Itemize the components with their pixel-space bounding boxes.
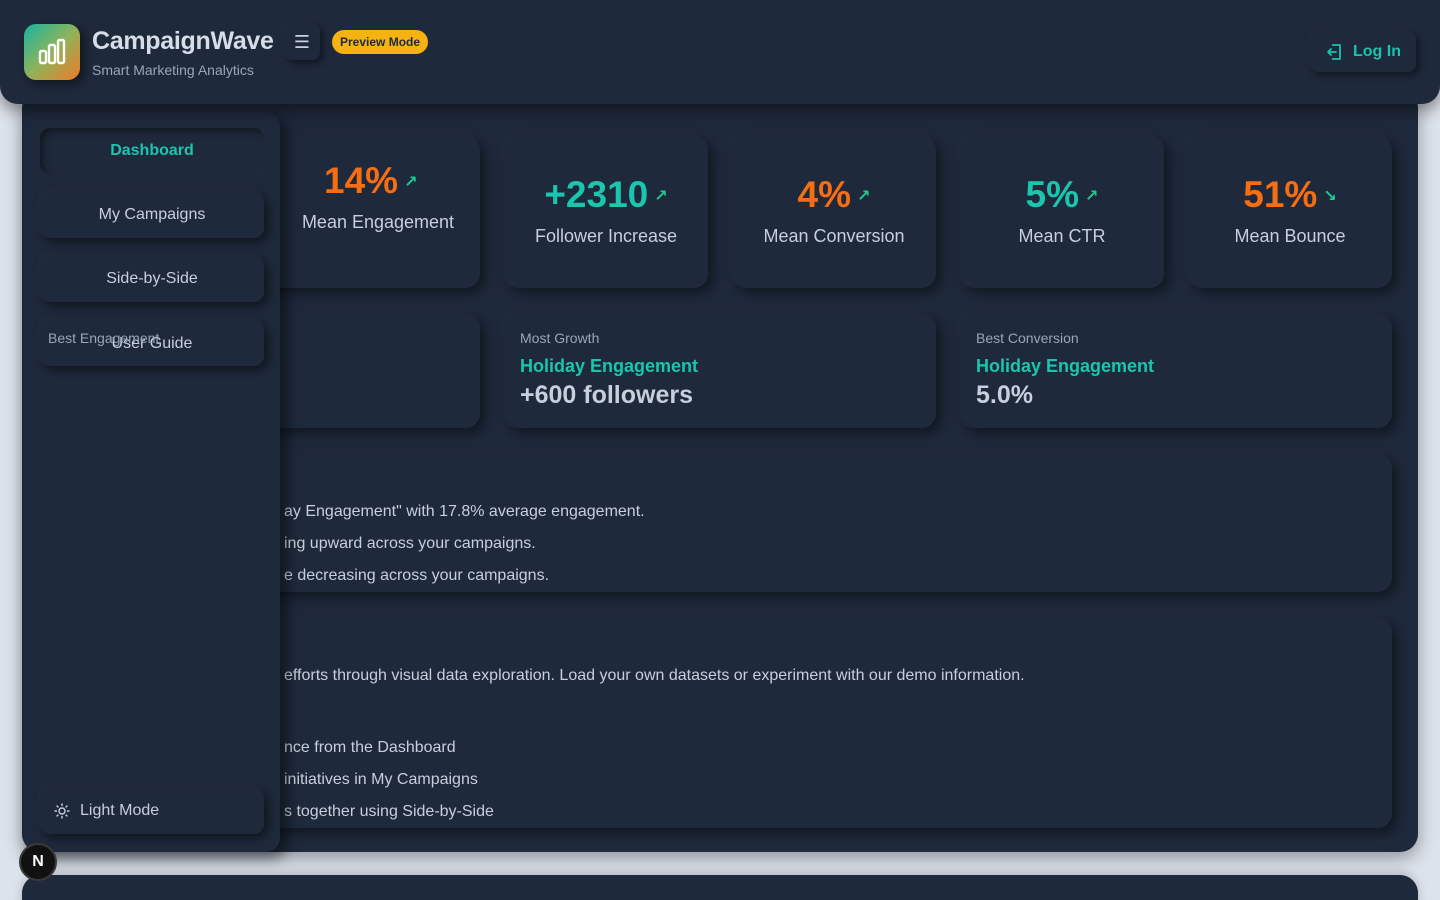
stat-value: 5% (1025, 174, 1080, 215)
sidebar-item-side-by-side[interactable]: Side-by-Side (40, 256, 264, 302)
stat-card-followers: +2310 ↗ Follower Increase (504, 136, 708, 288)
welcome-step: s together using Side-by-Side (284, 803, 494, 820)
highlight-card-conversion: Best Conversion Holiday Engagement 5.0% (960, 314, 1392, 428)
stat-value: +2310 (544, 174, 649, 215)
insight-line: ing upward across your campaigns. (284, 535, 536, 552)
dev-tools-badge[interactable]: N (19, 843, 57, 881)
overlapping-highlight-heading: Best Engagement (48, 330, 160, 346)
welcome-card: efforts through visual data exploration.… (204, 618, 1392, 828)
stat-label: Mean Bounce (1234, 226, 1346, 246)
trend-up-icon: ↗ (404, 174, 418, 191)
app-logo[interactable] (24, 24, 80, 80)
sidebar-item-dashboard[interactable]: Dashboard (40, 128, 264, 174)
trend-up-icon: ↗ (857, 188, 871, 205)
welcome-step: initiatives in My Campaigns (284, 771, 478, 788)
highlight-heading: Most Growth (520, 330, 600, 346)
top-header: CampaignWave Smart Marketing Analytics ☰… (0, 0, 1440, 104)
highlight-value: 5.0% (976, 381, 1033, 409)
app-tagline: Smart Marketing Analytics (92, 62, 254, 78)
lower-panel (22, 875, 1418, 900)
highlight-campaign: Holiday Engagement (520, 356, 699, 376)
stat-label: Mean Engagement (301, 212, 455, 232)
stat-card-conversion: 4% ↗ Mean Conversion (732, 136, 936, 288)
highlight-value: +600 followers (520, 381, 693, 409)
bar-chart-icon (38, 38, 66, 65)
app-name: CampaignWave (92, 27, 274, 55)
sidebar-item-my-campaigns[interactable]: My Campaigns (40, 192, 264, 238)
menu-toggle-button[interactable]: ☰ (284, 24, 320, 60)
stat-label: Mean CTR (1018, 226, 1106, 246)
insight-line: e decreasing across your campaigns. (284, 567, 550, 584)
trend-up-icon: ↗ (654, 188, 668, 205)
highlight-heading: Best Conversion (976, 330, 1079, 346)
stat-card-ctr: 5% ↗ Mean CTR (960, 136, 1164, 288)
highlight-campaign: Holiday Engagement (976, 356, 1155, 376)
sun-icon (54, 803, 70, 819)
highlight-card-growth: Most Growth Holiday Engagement +600 foll… (504, 314, 936, 428)
theme-toggle-label: Light Mode (80, 802, 160, 819)
login-icon (1327, 44, 1341, 60)
preview-mode-badge: Preview Mode (332, 30, 429, 54)
theme-toggle-button[interactable]: Light Mode (40, 788, 264, 834)
trend-down-icon: ↘ (1323, 188, 1337, 205)
welcome-intro: efforts through visual data exploration.… (284, 667, 1025, 684)
insights-card: ay Engagement" with 17.8% average engage… (204, 454, 1392, 592)
stat-label: Follower Increase (534, 226, 678, 246)
stat-label: Mean Conversion (763, 226, 905, 246)
login-button[interactable]: Log In (1310, 32, 1416, 72)
sidebar: Dashboard My Campaigns Side-by-Side User… (24, 112, 280, 852)
stat-card-bounce: 51% ↘ Mean Bounce (1188, 136, 1392, 288)
insight-line: ay Engagement" with 17.8% average engage… (284, 503, 645, 520)
hamburger-menu-icon: ☰ (293, 31, 311, 52)
welcome-step: nce from the Dashboard (284, 739, 456, 756)
stat-value: 51% (1243, 174, 1318, 215)
stat-value: 14% (324, 160, 399, 201)
stat-value: 4% (797, 174, 852, 215)
trend-up-icon: ↗ (1085, 188, 1099, 205)
login-label: Log In (1353, 43, 1401, 60)
